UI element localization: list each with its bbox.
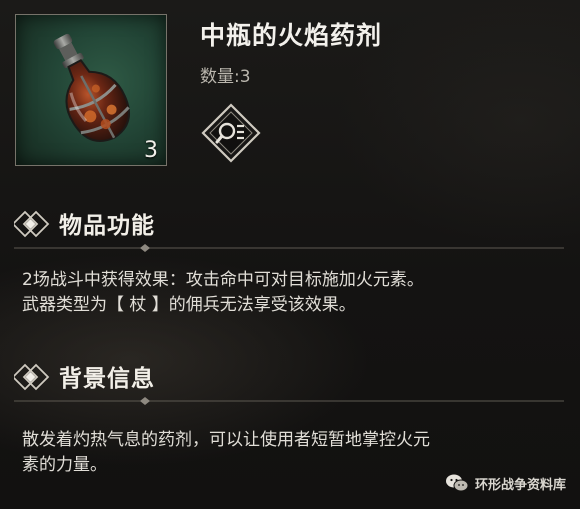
inspect-button[interactable]	[200, 102, 262, 164]
item-count-badge: 3	[144, 138, 158, 163]
section-text-line: 武器类型为【 杖 】的佣兵无法享受该效果。	[22, 295, 356, 315]
section-body-item-function: 2场战斗中获得效果：攻击命中可对目标施加火元素。 武器类型为【 杖 】的佣兵无法…	[22, 268, 562, 318]
section-body-background-info: 散发着灼热气息的药剂，可以让使用者短暂地掌控火元 素的力量。	[22, 428, 562, 478]
section-header-background-info: 背景信息	[14, 356, 574, 405]
double-diamond-icon	[14, 210, 50, 238]
watermark-text: 环形战争资料库	[474, 477, 566, 493]
section-header-item-function: 物品功能	[14, 203, 574, 252]
double-diamond-icon	[14, 363, 50, 391]
item-quantity: 数量:3	[200, 67, 251, 87]
magnifier-list-icon	[201, 103, 261, 163]
watermark: 环形战争资料库	[445, 473, 566, 493]
section-text-line: 散发着灼热气息的药剂，可以让使用者短暂地掌控火元	[22, 430, 430, 450]
section-title: 背景信息	[59, 366, 155, 392]
item-icon-frame[interactable]: 3	[15, 14, 167, 166]
item-name: 中瓶的火焰药剂	[200, 21, 383, 50]
wechat-logo-icon	[445, 474, 469, 492]
section-text-line: 2场战斗中获得效果：攻击命中可对目标施加火元素。	[22, 270, 424, 290]
section-divider	[14, 244, 564, 252]
section-divider	[14, 397, 564, 405]
section-title: 物品功能	[59, 213, 155, 239]
